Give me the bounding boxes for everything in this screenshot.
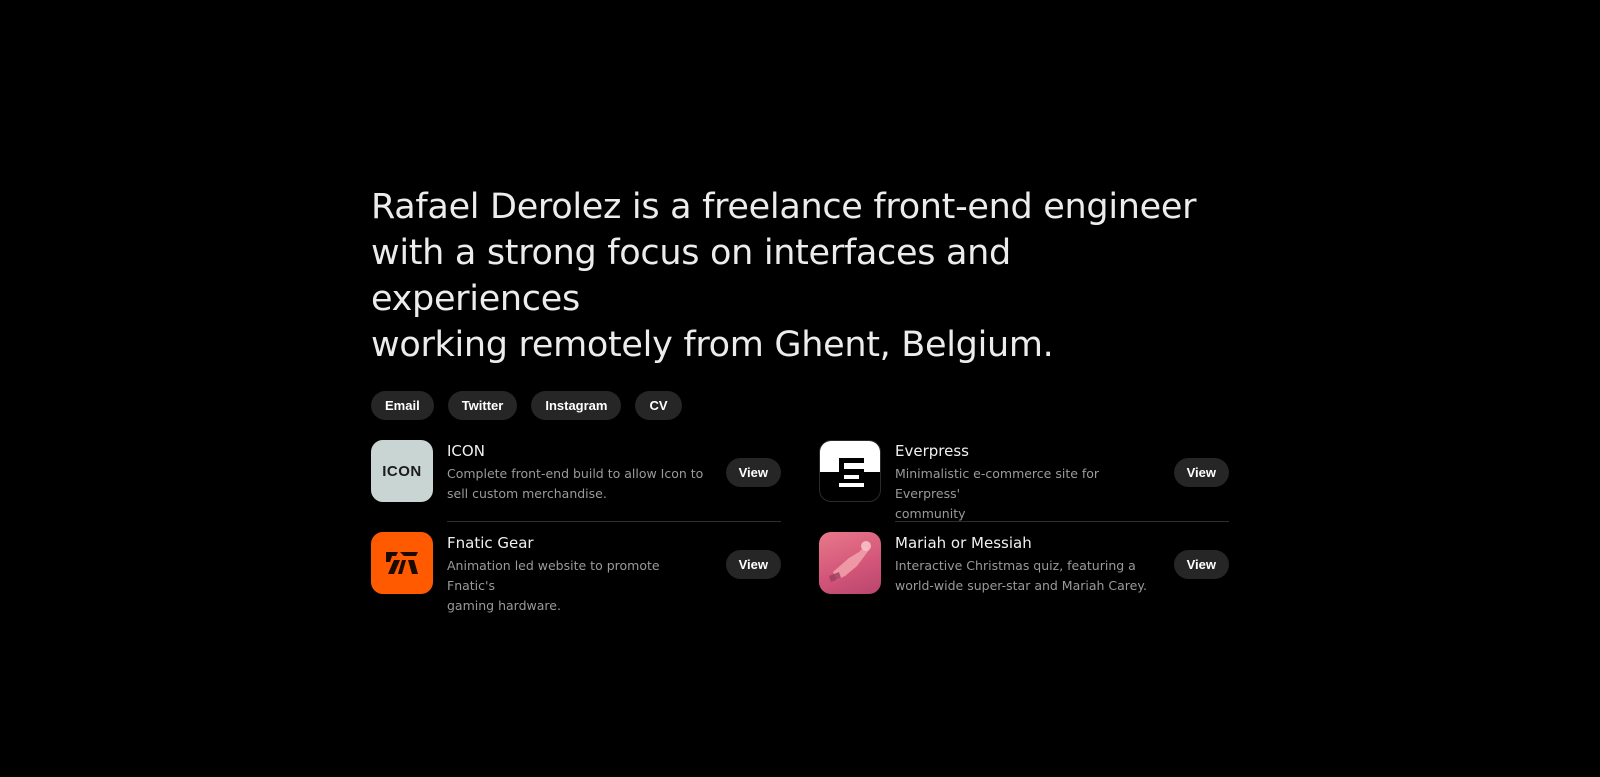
divider	[447, 521, 781, 522]
project-title: Everpress	[895, 442, 969, 460]
divider	[895, 521, 1229, 522]
project-fnatic-gear[interactable]: Fnatic Gear Animation led website to pro…	[371, 532, 781, 613]
project-desc-line-2: sell custom merchandise.	[447, 486, 607, 501]
project-mariah-or-messiah[interactable]: Mariah or Messiah Interactive Christmas …	[819, 532, 1229, 595]
project-icon[interactable]: ICON ICON Complete front-end build to al…	[371, 440, 781, 503]
project-description: Interactive Christmas quiz, featuring a …	[895, 556, 1155, 596]
project-title: ICON	[447, 442, 485, 460]
project-desc-line-2: community	[895, 506, 966, 521]
project-title: Fnatic Gear	[447, 534, 534, 552]
email-link[interactable]: Email	[371, 391, 434, 420]
icon-logo-text: ICON	[382, 462, 422, 480]
project-description: Animation led website to promote Fnatic'…	[447, 556, 707, 616]
fnatic-icon	[386, 552, 418, 574]
project-title: Mariah or Messiah	[895, 534, 1032, 552]
view-button-fnatic[interactable]: View	[725, 550, 781, 579]
everpress-logo	[819, 440, 881, 502]
project-desc-line-1: Complete front-end build to allow Icon t…	[447, 466, 704, 481]
project-desc-line-1: Interactive Christmas quiz, featuring a	[895, 558, 1136, 573]
social-links: Email Twitter Instagram CV	[371, 391, 1231, 420]
cv-link[interactable]: CV	[635, 391, 682, 420]
project-desc-line-2: world-wide super-star and Mariah Carey.	[895, 578, 1147, 593]
project-description: Minimalistic e-commerce site for Everpre…	[895, 464, 1155, 524]
icon-logo: ICON	[371, 440, 433, 502]
intro-heading: Rafael Derolez is a freelance front-end …	[371, 184, 1221, 368]
view-button-everpress[interactable]: View	[1173, 458, 1229, 487]
instagram-link[interactable]: Instagram	[531, 391, 622, 420]
project-everpress[interactable]: Everpress Minimalistic e-commerce site f…	[819, 440, 1229, 521]
project-desc-line-1: Minimalistic e-commerce site for Everpre…	[895, 466, 1100, 501]
mariah-thumbnail	[819, 532, 881, 594]
everpress-e-icon	[820, 441, 880, 487]
project-desc-line-1: Animation led website to promote Fnatic'…	[447, 558, 660, 593]
intro-line-3: working remotely from Ghent, Belgium.	[371, 325, 1054, 365]
page-content: Rafael Derolez is a freelance front-end …	[371, 184, 1231, 613]
figure-icon	[829, 541, 871, 582]
project-desc-line-2: gaming hardware.	[447, 598, 561, 613]
fnatic-logo	[371, 532, 433, 594]
twitter-link[interactable]: Twitter	[447, 391, 518, 420]
view-button-mariah[interactable]: View	[1173, 550, 1229, 579]
intro-line-1: Rafael Derolez is a freelance front-end …	[371, 187, 1197, 227]
project-description: Complete front-end build to allow Icon t…	[447, 464, 707, 504]
intro-line-2: with a strong focus on interfaces and ex…	[371, 233, 1011, 319]
view-button-icon[interactable]: View	[725, 458, 781, 487]
